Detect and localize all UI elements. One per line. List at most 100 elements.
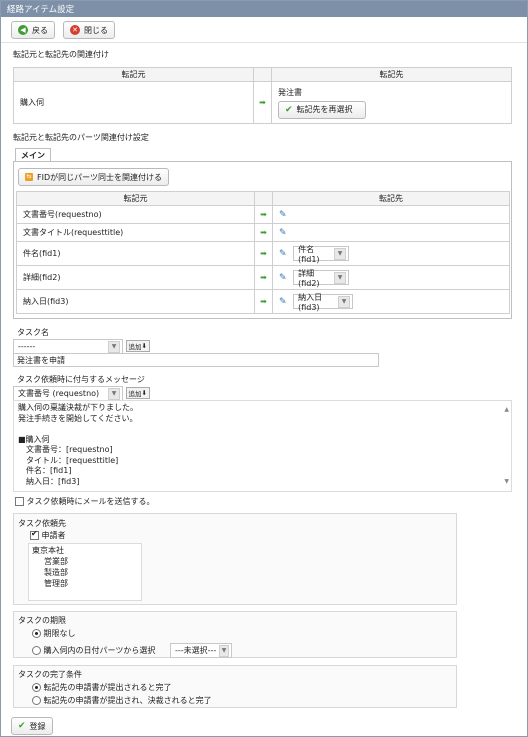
- parts-dst-select[interactable]: 件名 (fid1) ▼: [293, 245, 350, 264]
- message-textarea[interactable]: 購入伺の稟議決裁が下りました。 発注手続きを開始してください。 ■購入伺 文書番…: [13, 400, 512, 492]
- message-line: 納入日：[fid3]: [18, 476, 80, 486]
- arrow-right-icon: ➡: [253, 81, 272, 124]
- message-line: 文書番号：[requestno]: [18, 445, 113, 454]
- completion-approved-label: 転記先の申請書が提出され、決裁されると完了: [43, 696, 212, 705]
- chevron-down-icon: ▼: [334, 271, 347, 284]
- message-line: ■購入伺: [18, 434, 50, 444]
- parts-section-title: 転記元と転記先のパーツ関連付け設定: [13, 133, 149, 142]
- deadline-date-radio[interactable]: [32, 646, 41, 655]
- back-icon: ◀: [18, 25, 28, 35]
- register-button[interactable]: ✔ 登録: [11, 717, 53, 735]
- settings-window: 経路アイテム設定 ◀ 戻る ✕ 閉じる 転記元と転記先の関連付け 転記元 転記先…: [0, 0, 528, 737]
- deadline-label: タスクの期限: [18, 616, 66, 625]
- mapping-src-header: 転記元: [13, 67, 254, 82]
- edit-icon[interactable]: ✎: [279, 249, 287, 259]
- close-button[interactable]: ✕ 閉じる: [63, 21, 115, 39]
- toolbar: ◀ 戻る ✕ 閉じる: [1, 17, 527, 43]
- parts-dst-select[interactable]: 納入日 (fid3) ▼: [293, 293, 354, 312]
- assignee-label: タスク依頼先: [18, 519, 66, 528]
- task-name-input[interactable]: 発注書を申請: [13, 353, 379, 367]
- deadline-fieldset: タスクの期限 期限なし 購入伺内の日付パーツから選択 ---未選択--- ▼: [13, 611, 457, 658]
- scroll-down-icon[interactable]: ▼: [504, 477, 509, 488]
- scroll-up-icon[interactable]: ▲: [504, 405, 509, 416]
- org-tree: 東京本社 営業部 製造部 管理部: [28, 543, 142, 601]
- message-line: タイトル：[requesttitle]: [18, 455, 119, 465]
- message-add-button[interactable]: 追加 ⬇: [125, 387, 150, 399]
- completion-submitted-label: 転記先の申請書が提出されると完了: [43, 683, 172, 692]
- message-line: 購入伺の稟議決裁が下りました。: [18, 403, 138, 412]
- deadline-none-radio[interactable]: [32, 629, 41, 638]
- completion-submitted-radio[interactable]: [32, 683, 41, 692]
- parts-dst-header: 転記先: [272, 191, 510, 206]
- mapping-table: 転記元 転記先 購入伺 ➡ 発注書 ✔ 転記先を再選択: [13, 67, 512, 124]
- edit-icon[interactable]: ✎: [279, 228, 287, 238]
- add-down-icon: ⬇: [141, 389, 147, 397]
- mapping-dst-value: 発注書: [278, 87, 302, 97]
- close-icon: ✕: [70, 25, 80, 35]
- completion-approved-radio[interactable]: [32, 696, 41, 705]
- deadline-date-option[interactable]: 購入伺内の日付パーツから選択 ---未選択--- ▼: [32, 643, 232, 658]
- close-button-label: 閉じる: [84, 25, 108, 35]
- chevron-down-icon: ▼: [219, 644, 229, 657]
- completion-label: タスクの完了条件: [18, 670, 82, 679]
- fid-link-button-label: FIDが同じパーツ同士を関連付ける: [37, 172, 162, 182]
- task-name-add-button[interactable]: 追加 ⬇: [125, 340, 150, 352]
- completion-fieldset: タスクの完了条件 転記先の申請書が提出されると完了 転記先の申請書が提出され、決…: [13, 665, 457, 708]
- org-node[interactable]: 管理部: [32, 578, 138, 589]
- check-icon: ✔: [18, 721, 26, 731]
- task-name-select[interactable]: ------ ▼: [13, 339, 123, 354]
- chevron-down-icon: ▼: [108, 340, 120, 353]
- window-title: 経路アイテム設定: [1, 1, 527, 17]
- parts-src-header: 転記元: [16, 191, 255, 206]
- message-line: 発注手続きを開始してください。: [18, 413, 138, 423]
- mapping-section-title: 転記元と転記先の関連付け: [13, 50, 109, 59]
- task-name-label: タスク名: [17, 328, 49, 337]
- edit-icon[interactable]: ✎: [279, 297, 287, 307]
- fid-link-button[interactable]: ⇆ FIDが同じパーツ同士を関連付ける: [18, 168, 169, 186]
- arrow-right-icon: ➡: [254, 265, 273, 290]
- applicant-checkbox[interactable]: [30, 529, 39, 540]
- register-button-label: 登録: [29, 721, 46, 731]
- message-line: [18, 424, 507, 435]
- arrow-right-icon: ➡: [254, 289, 273, 314]
- parts-table: 転記元 転記先 文書番号(requestno) ➡ ✎ 文書タイトル(reque…: [16, 191, 510, 314]
- edit-icon[interactable]: ✎: [279, 273, 287, 283]
- org-root[interactable]: 東京本社: [32, 545, 138, 556]
- link-icon: ⇆: [25, 173, 33, 181]
- parts-src-cell: 納入日(fid3): [16, 289, 255, 314]
- parts-src-cell: 文書番号(requestno): [16, 205, 255, 224]
- deadline-none-label: 期限なし: [43, 629, 76, 638]
- back-button-label: 戻る: [32, 25, 48, 35]
- send-mail-checkbox[interactable]: [15, 497, 24, 506]
- mapping-src-value: 購入伺: [13, 81, 254, 124]
- assignee-fieldset: タスク依頼先 申請者 東京本社 営業部 製造部 管理部: [13, 513, 457, 605]
- arrow-right-icon: ➡: [254, 223, 273, 242]
- chevron-down-icon: ▼: [108, 387, 120, 400]
- applicant-label: 申請者: [41, 531, 66, 540]
- tab-main[interactable]: メイン: [15, 148, 51, 162]
- back-button[interactable]: ◀ 戻る: [11, 21, 55, 39]
- parts-src-cell: 件名(fid1): [16, 241, 255, 266]
- parts-src-cell: 詳細(fid2): [16, 265, 255, 290]
- mapping-dst-header: 転記先: [271, 67, 512, 82]
- deadline-date-select[interactable]: ---未選択--- ▼: [169, 643, 232, 658]
- message-line: 件名：[fid1]: [18, 466, 72, 475]
- edit-icon[interactable]: ✎: [279, 210, 287, 220]
- org-node[interactable]: 製造部: [32, 567, 138, 578]
- org-node[interactable]: 営業部: [32, 556, 138, 567]
- chevron-down-icon: ▼: [338, 295, 351, 308]
- parts-dst-select[interactable]: 詳細 (fid2) ▼: [293, 269, 350, 288]
- reselect-button[interactable]: ✔ 転記先を再選択: [278, 100, 366, 119]
- applicant-option[interactable]: 申請者: [30, 529, 66, 541]
- completion-approved-option[interactable]: 転記先の申請書が提出され、決裁されると完了: [32, 695, 212, 706]
- arrow-right-icon: ➡: [254, 205, 273, 224]
- chevron-down-icon: ▼: [334, 247, 347, 260]
- parts-src-cell: 文書タイトル(requesttitle): [16, 223, 255, 242]
- arrow-right-icon: ➡: [254, 241, 273, 266]
- message-field-select[interactable]: 文書番号 (requestno) ▼: [13, 386, 123, 401]
- check-icon: ✔: [285, 104, 293, 115]
- deadline-none-option[interactable]: 期限なし: [32, 628, 76, 639]
- completion-submitted-option[interactable]: 転記先の申請書が提出されると完了: [32, 682, 172, 693]
- send-mail-option[interactable]: タスク依頼時にメールを送信する。: [15, 496, 155, 507]
- add-down-icon: ⬇: [141, 342, 147, 350]
